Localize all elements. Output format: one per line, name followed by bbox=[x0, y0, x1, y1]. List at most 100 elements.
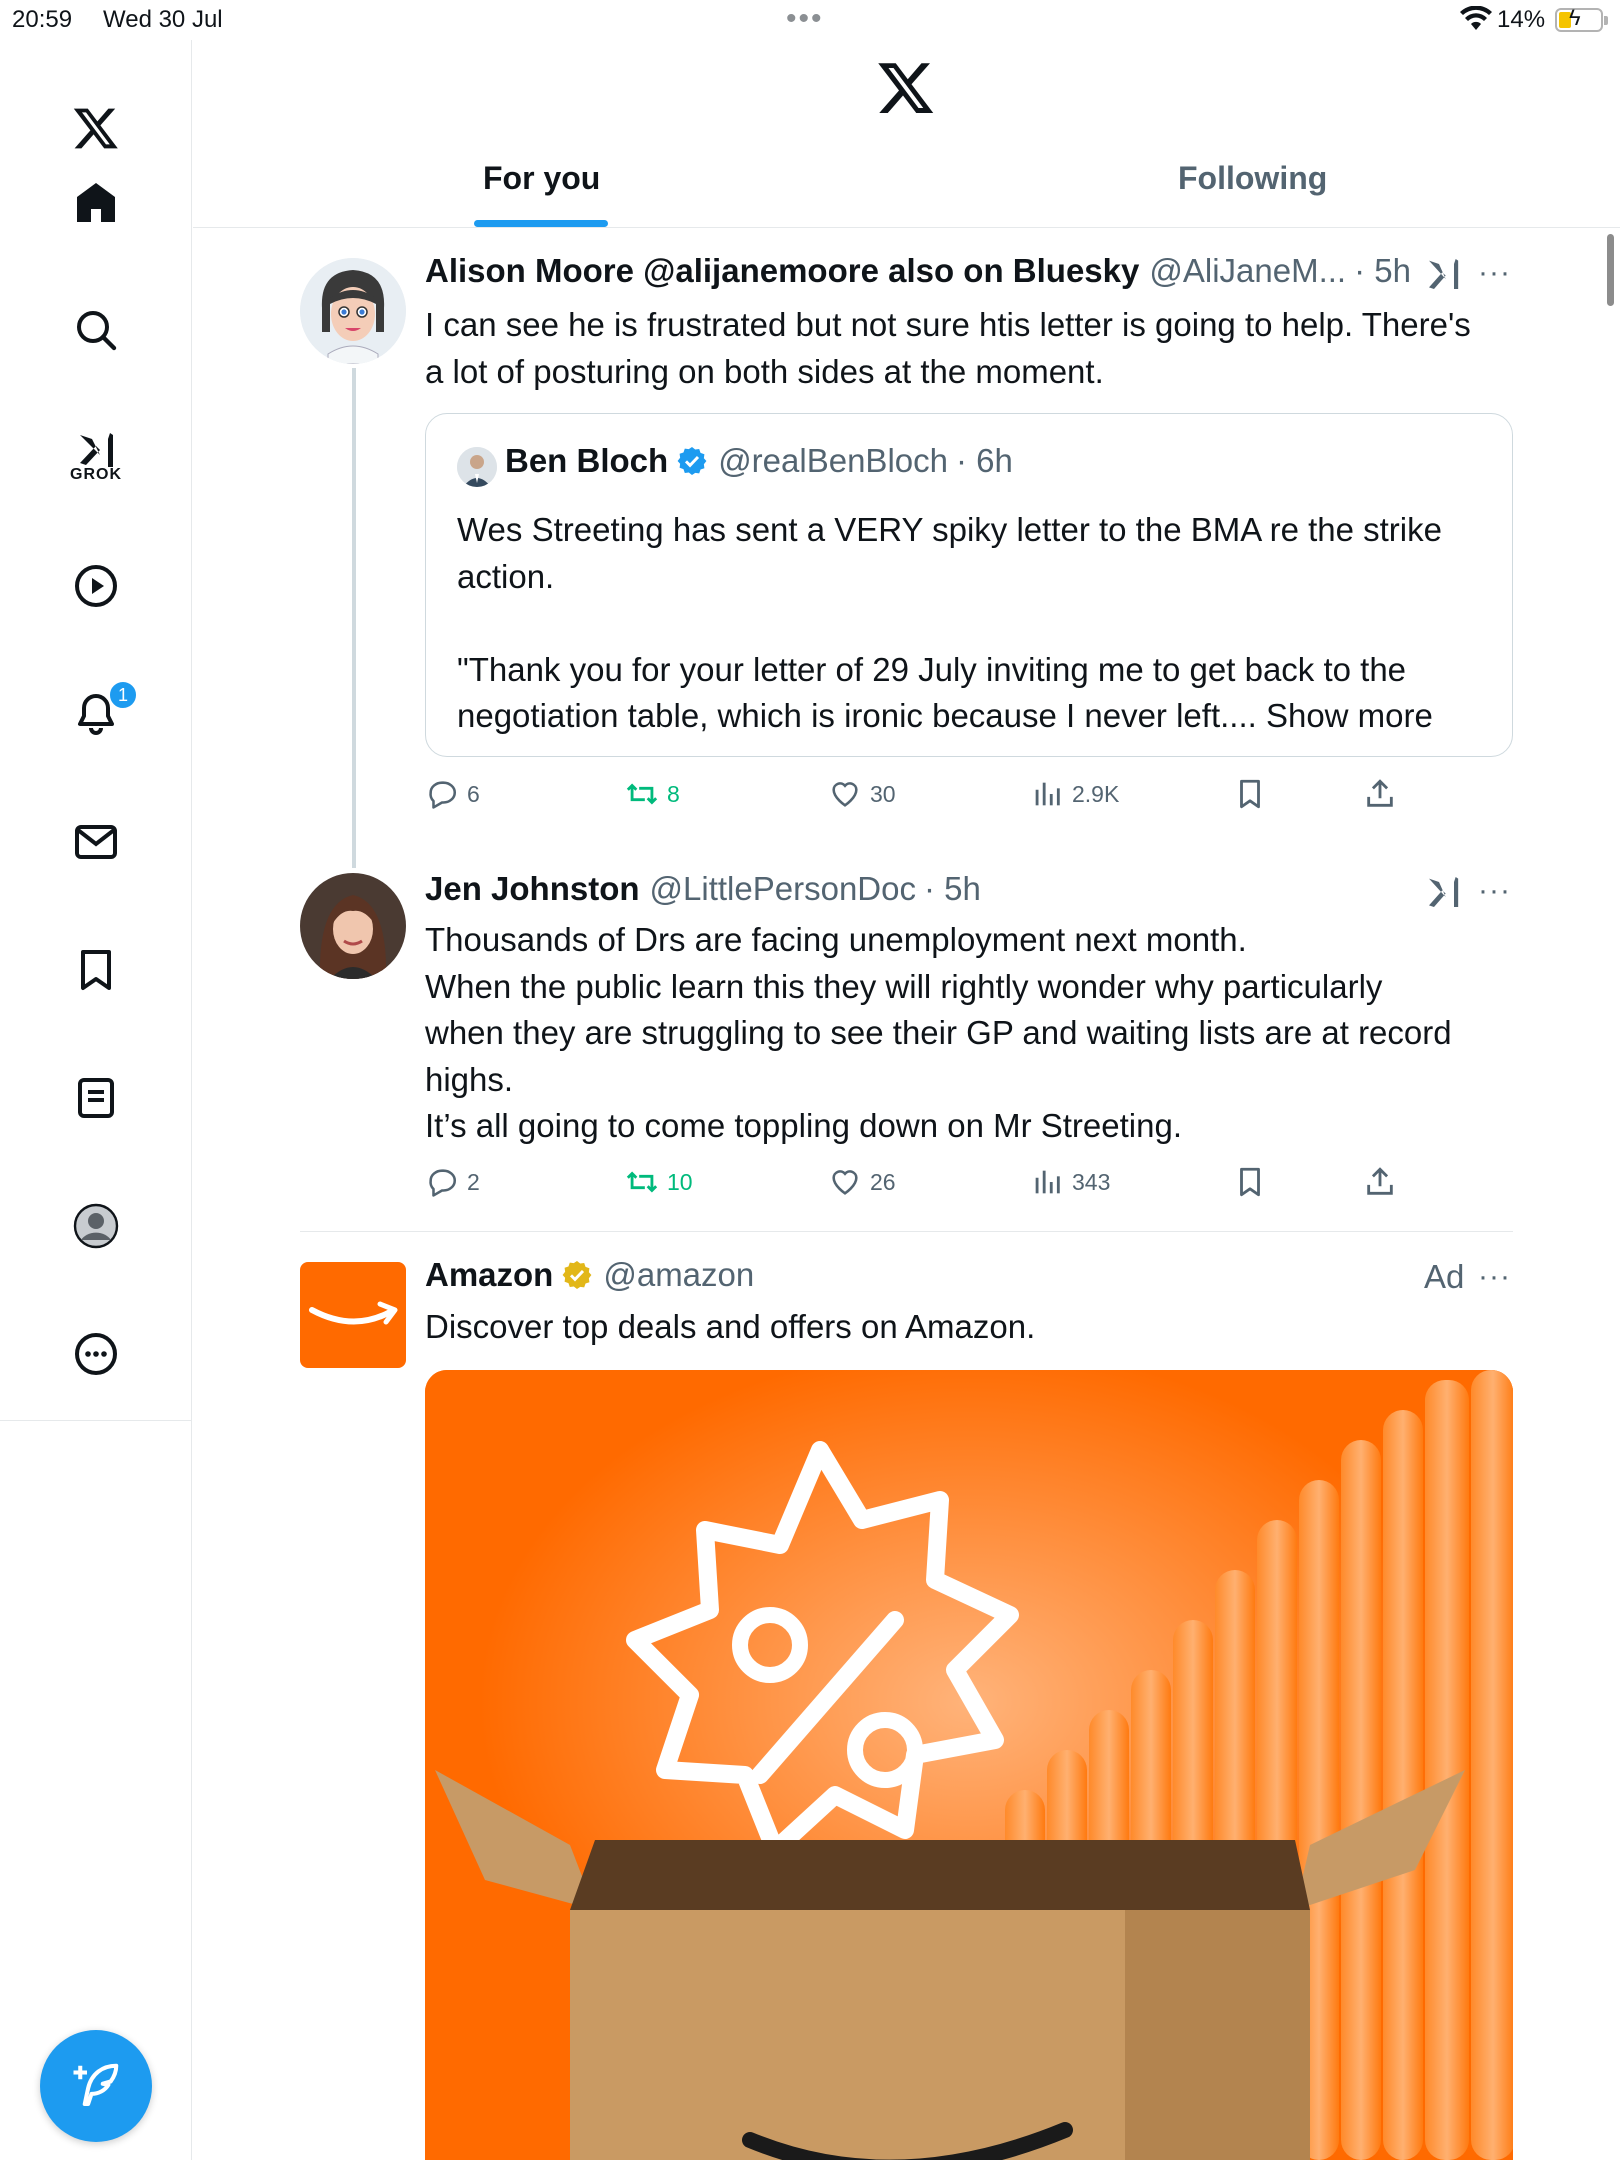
tweet-header: Jen Johnston @LittlePersonDoc · 5h bbox=[425, 870, 981, 908]
lists-icon[interactable] bbox=[56, 1058, 136, 1138]
messages-icon[interactable] bbox=[56, 802, 136, 882]
bookmark-button[interactable] bbox=[1233, 1165, 1275, 1199]
repost-count: 8 bbox=[667, 780, 680, 807]
view-count: 343 bbox=[1072, 1168, 1111, 1195]
search-icon[interactable] bbox=[56, 290, 136, 370]
reply-icon bbox=[429, 1169, 456, 1197]
status-time: 20:59 bbox=[12, 6, 73, 33]
tweet-line: I can see he is frustrated but not sure … bbox=[425, 306, 1471, 343]
show-more-link[interactable]: Show more bbox=[1266, 697, 1433, 734]
x-logo-icon[interactable] bbox=[56, 88, 136, 168]
views-button[interactable]: 2.9K bbox=[1030, 777, 1119, 811]
bookmarks-icon[interactable] bbox=[56, 930, 136, 1010]
feed-tabs: For you Following bbox=[193, 150, 1620, 228]
grok-icon[interactable]: GROK bbox=[56, 418, 136, 498]
views-chart-icon bbox=[1035, 1170, 1060, 1194]
share-button[interactable] bbox=[1363, 1165, 1405, 1199]
like-button[interactable]: 30 bbox=[828, 777, 896, 811]
repost-button[interactable]: 10 bbox=[625, 1165, 693, 1199]
like-count: 26 bbox=[870, 1168, 896, 1195]
tab-following[interactable]: Following bbox=[1178, 160, 1327, 197]
views-button[interactable]: 343 bbox=[1030, 1165, 1110, 1199]
more-options-icon[interactable]: ··· bbox=[1478, 874, 1511, 908]
sidebar: GROK 1 bbox=[0, 40, 192, 2160]
quoted-author-handle[interactable]: @realBenBloch bbox=[718, 442, 948, 480]
tweet-text: Thousands of Drs are facing unemployment… bbox=[425, 917, 1525, 1150]
profile-icon[interactable] bbox=[56, 1186, 136, 1266]
sidebar-divider bbox=[0, 1420, 192, 1421]
reply-count: 6 bbox=[467, 780, 480, 807]
tweet-header: Amazon @amazon bbox=[425, 1256, 754, 1294]
header-x-logo-icon[interactable] bbox=[876, 62, 936, 118]
reply-button[interactable]: 2 bbox=[425, 1165, 480, 1199]
gold-verified-badge-icon bbox=[562, 1261, 592, 1289]
more-options-icon[interactable]: ··· bbox=[1478, 256, 1511, 290]
scrollbar[interactable] bbox=[1607, 234, 1614, 306]
heart-icon bbox=[832, 1170, 858, 1195]
quoted-line: action. bbox=[457, 557, 555, 595]
avatar-ben-bloch[interactable] bbox=[457, 447, 497, 487]
bookmark-icon bbox=[1240, 1167, 1260, 1197]
share-icon bbox=[1367, 779, 1393, 807]
tweet-line: when they are struggling to see their GP… bbox=[425, 1014, 1452, 1051]
quoted-tweet-time[interactable]: · 6h bbox=[956, 442, 1013, 480]
like-button[interactable]: 26 bbox=[828, 1165, 896, 1199]
tweet-line: a lot of posturing on both sides at the … bbox=[425, 352, 1104, 390]
thread-line bbox=[352, 368, 356, 868]
tweet-text: I can see he is frustrated but not sure … bbox=[425, 302, 1525, 395]
notifications-icon[interactable]: 1 bbox=[56, 674, 138, 754]
status-date: Wed 30 Jul bbox=[103, 6, 223, 33]
video-icon[interactable] bbox=[56, 546, 136, 626]
share-button[interactable] bbox=[1363, 777, 1405, 811]
quoted-tweet-header: Ben Bloch @realBenBloch · 6h bbox=[505, 442, 1013, 480]
quoted-tweet[interactable]: Ben Bloch @realBenBloch · 6h Wes Streeti… bbox=[425, 413, 1513, 757]
author-name[interactable]: Jen Johnston bbox=[425, 870, 640, 908]
notification-badge: 1 bbox=[108, 680, 138, 710]
amazon-smile-logo-icon bbox=[309, 1301, 398, 1325]
battery-percent: 14% bbox=[1497, 6, 1546, 33]
ad-image[interactable] bbox=[425, 1370, 1513, 2160]
heart-icon bbox=[832, 782, 858, 807]
status-bar: 20:59 Wed 30 Jul ••• 14% ϟ bbox=[0, 0, 1620, 40]
author-name[interactable]: Alison Moore @alijanemoore also on Blues… bbox=[425, 252, 1139, 290]
repost-button[interactable]: 8 bbox=[625, 777, 680, 811]
more-options-icon[interactable]: ··· bbox=[1478, 1260, 1511, 1294]
author-handle[interactable]: @AliJaneM... bbox=[1149, 252, 1346, 290]
quoted-tweet-text: Wes Streeting has sent a VERY spiky lett… bbox=[457, 507, 1487, 740]
home-icon[interactable] bbox=[56, 162, 136, 242]
compose-button[interactable] bbox=[40, 2030, 152, 2142]
multitasking-dots-icon[interactable]: ••• bbox=[786, 2, 824, 36]
grok-explain-icon[interactable] bbox=[1424, 872, 1464, 912]
tweet-time[interactable]: · 5h bbox=[924, 870, 981, 908]
bookmark-button[interactable] bbox=[1233, 777, 1275, 811]
tab-for-you[interactable]: For you bbox=[483, 160, 600, 197]
tweet-line: highs. bbox=[425, 1060, 514, 1098]
avatar-jen-johnston[interactable] bbox=[300, 873, 406, 979]
more-icon[interactable] bbox=[56, 1314, 136, 1394]
bookmark-icon bbox=[1240, 779, 1260, 809]
author-handle[interactable]: @LittlePersonDoc bbox=[650, 870, 916, 908]
tweet-time[interactable]: · 5h bbox=[1354, 252, 1411, 290]
verified-badge-icon bbox=[677, 447, 707, 475]
author-name[interactable]: Amazon bbox=[425, 1256, 553, 1294]
avatar-amazon[interactable] bbox=[300, 1262, 406, 1368]
tweet-line: It’s all going to come toppling down on … bbox=[425, 1107, 1182, 1144]
tweet-line: Thousands of Drs are facing unemployment… bbox=[425, 921, 1247, 958]
quoted-line-last: negotiation table, which is ironic becau… bbox=[457, 693, 1487, 740]
view-count: 2.9K bbox=[1072, 780, 1120, 807]
repost-count: 10 bbox=[667, 1168, 693, 1195]
views-chart-icon bbox=[1035, 782, 1060, 806]
repost-icon bbox=[626, 783, 658, 805]
author-handle[interactable]: @amazon bbox=[603, 1256, 754, 1294]
quoted-line: "Thank you for your letter of 29 July in… bbox=[457, 650, 1407, 688]
quoted-line: Wes Streeting has sent a VERY spiky lett… bbox=[457, 511, 1442, 548]
tweet-actions: 2 10 26 343 bbox=[425, 1165, 1435, 1205]
quoted-author-name[interactable]: Ben Bloch bbox=[505, 442, 668, 480]
reply-count: 2 bbox=[467, 1168, 480, 1195]
grok-explain-icon[interactable] bbox=[1424, 254, 1464, 294]
avatar-alison-moore[interactable] bbox=[300, 258, 406, 364]
active-tab-indicator bbox=[474, 220, 608, 227]
reply-button[interactable]: 6 bbox=[425, 777, 480, 811]
grok-label: GROK bbox=[70, 466, 122, 483]
compose-feather-icon bbox=[73, 2063, 119, 2107]
